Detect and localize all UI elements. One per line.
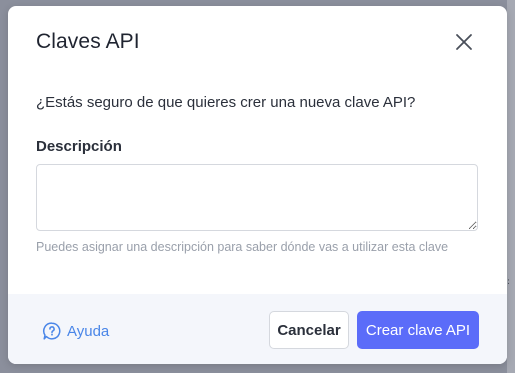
description-input[interactable] [36,164,478,231]
help-link[interactable]: Ayuda [42,321,109,341]
background-text-fragment: : [507,277,511,287]
description-label: Descripción [36,138,122,155]
create-api-key-dialog: Claves API ¿Estás seguro de que quieres … [8,6,507,364]
cancel-button[interactable]: Cancelar [269,311,349,349]
close-button[interactable] [451,29,477,55]
create-api-key-button[interactable]: Crear clave API [357,311,479,349]
confirmation-question: ¿Estás seguro de que quieres crer una nu… [36,94,416,111]
help-chat-icon [43,322,61,340]
description-help-text: Puedes asignar una descripción para sabe… [36,240,449,254]
backdrop-panel [507,0,515,373]
dialog-footer: Ayuda Cancelar Crear clave API [8,294,507,364]
dialog-title: Claves API [36,30,140,53]
help-link-label: Ayuda [67,322,110,340]
close-icon [456,34,472,50]
dialog-header: Claves API [8,6,507,80]
